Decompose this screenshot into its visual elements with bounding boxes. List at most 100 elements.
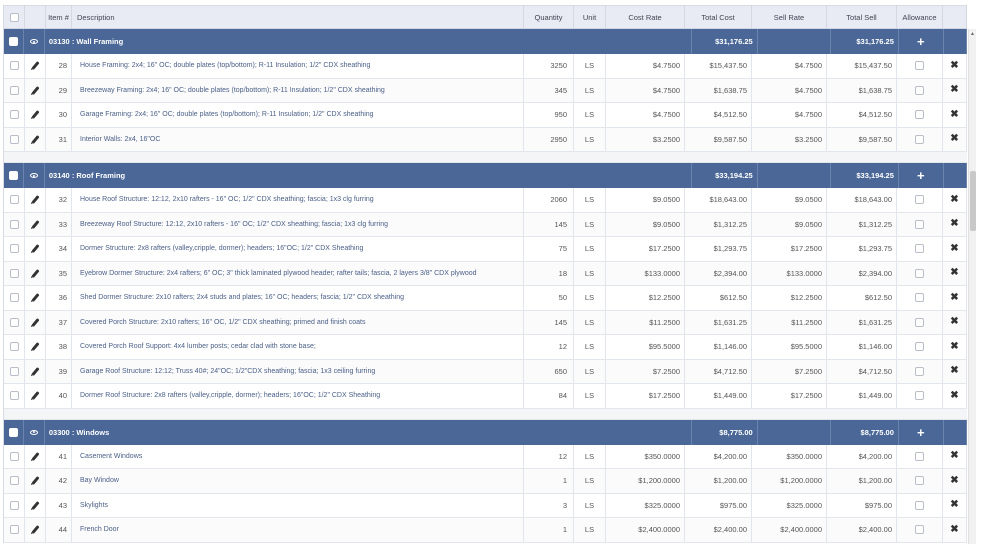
vertical-scrollbar[interactable]: ▲ <box>968 29 976 544</box>
column-header-quantity[interactable]: Quantity <box>524 6 574 28</box>
column-header-unit[interactable]: Unit <box>574 6 606 28</box>
pencil-icon[interactable] <box>30 134 40 144</box>
select-all-checkbox[interactable] <box>9 12 19 22</box>
column-header-description[interactable]: Description <box>72 6 524 28</box>
row-checkbox[interactable] <box>9 342 19 352</box>
item-description[interactable]: Covered Porch Roof Support: 4x4 lumber p… <box>80 343 316 350</box>
allowance-checkbox[interactable] <box>915 244 924 254</box>
column-header-total-sell[interactable]: Total Sell <box>827 6 897 28</box>
row-checkbox[interactable] <box>9 451 19 461</box>
row-checkbox[interactable] <box>9 317 19 327</box>
row-checkbox[interactable] <box>9 85 19 95</box>
plus-icon[interactable]: + <box>917 169 925 182</box>
allowance-checkbox[interactable] <box>915 268 924 278</box>
close-icon[interactable]: ✖ <box>950 85 958 95</box>
pencil-icon[interactable] <box>30 500 40 510</box>
table-row[interactable]: 42 Bay Window 1 LS $1,200.0000 $1,200.00 $1,20… <box>4 469 967 494</box>
table-row[interactable]: 33 Breezeway Roof Structure: 12:12, 2x10 … <box>4 212 967 237</box>
close-icon[interactable]: ✖ <box>950 243 958 254</box>
group-checkbox[interactable] <box>9 427 19 437</box>
pencil-icon[interactable] <box>30 293 40 303</box>
column-header-sell-rate[interactable]: Sell Rate <box>752 6 827 28</box>
item-description[interactable]: Bay Window <box>80 477 119 484</box>
allowance-checkbox[interactable] <box>915 391 924 401</box>
column-header-item[interactable]: Item # <box>46 6 72 28</box>
scroll-up-arrow-icon[interactable]: ▲ <box>970 31 975 37</box>
allowance-checkbox[interactable] <box>915 134 924 144</box>
table-row[interactable]: 28 House Framing: 2x4; 16" OC; double pla… <box>4 54 967 79</box>
close-icon[interactable]: ✖ <box>950 292 958 303</box>
item-description[interactable]: Garage Roof Structure: 12:12; Truss 40#;… <box>80 368 375 375</box>
table-row[interactable]: 39 Garage Roof Structure: 12:12; Truss 40… <box>4 359 967 384</box>
allowance-checkbox[interactable] <box>915 451 924 461</box>
item-description[interactable]: Dormer Structure: 2x8 rafters (valley,cr… <box>80 245 363 252</box>
close-icon[interactable]: ✖ <box>950 475 958 486</box>
allowance-checkbox[interactable] <box>915 110 924 120</box>
close-icon[interactable]: ✖ <box>950 60 958 71</box>
allowance-checkbox[interactable] <box>915 85 924 95</box>
pencil-icon[interactable] <box>30 451 40 461</box>
item-description[interactable]: Shed Dormer Structure: 2x10 rafters; 2x4… <box>80 294 404 301</box>
close-icon[interactable]: ✖ <box>950 341 958 352</box>
item-description[interactable]: Dormer Roof Structure: 2x8 rafters (vall… <box>80 392 380 399</box>
row-checkbox[interactable] <box>9 500 19 510</box>
row-checkbox[interactable] <box>9 195 19 205</box>
close-icon[interactable]: ✖ <box>950 451 958 461</box>
pencil-icon[interactable] <box>30 110 40 120</box>
allowance-checkbox[interactable] <box>915 366 924 376</box>
allowance-checkbox[interactable] <box>915 219 924 229</box>
row-checkbox[interactable] <box>9 268 19 278</box>
row-checkbox[interactable] <box>9 110 19 120</box>
pencil-icon[interactable] <box>30 525 40 535</box>
pencil-icon[interactable] <box>30 219 40 229</box>
group-checkbox[interactable] <box>9 171 19 180</box>
pencil-icon[interactable] <box>30 195 40 205</box>
pencil-icon[interactable] <box>30 61 40 71</box>
close-icon[interactable]: ✖ <box>950 317 958 327</box>
item-description[interactable]: Skylights <box>80 502 108 509</box>
item-description[interactable]: Interior Walls: 2x4, 16"OC <box>80 136 160 143</box>
row-checkbox[interactable] <box>9 219 19 229</box>
allowance-checkbox[interactable] <box>915 317 924 327</box>
allowance-checkbox[interactable] <box>915 195 924 205</box>
close-icon[interactable]: ✖ <box>950 134 958 144</box>
pencil-icon[interactable] <box>30 268 40 278</box>
allowance-checkbox[interactable] <box>915 525 924 535</box>
table-row[interactable]: 31 Interior Walls: 2x4, 16"OC 2950 LS $3.250… <box>4 127 967 152</box>
eye-icon[interactable] <box>30 173 39 178</box>
item-description[interactable]: Breezeway Roof Structure: 12:12, 2x10 ra… <box>80 221 388 228</box>
item-description[interactable]: Covered Porch Structure: 2x10 rafters; 1… <box>80 319 366 326</box>
table-row[interactable]: 37 Covered Porch Structure: 2x10 rafters;… <box>4 310 967 335</box>
table-row[interactable]: 35 Eyebrow Dormer Structure: 2x4 rafters;… <box>4 261 967 286</box>
close-icon[interactable]: ✖ <box>950 109 958 120</box>
pencil-icon[interactable] <box>30 342 40 352</box>
table-row[interactable]: 40 Dormer Roof Structure: 2x8 rafters (va… <box>4 384 967 409</box>
column-header-cost-rate[interactable]: Cost Rate <box>606 6 685 28</box>
allowance-checkbox[interactable] <box>915 293 924 303</box>
group-header-row[interactable]: 03300 : Windows $8,775.00 $8,775.00 + <box>4 419 968 445</box>
plus-icon[interactable]: + <box>917 426 925 439</box>
row-checkbox[interactable] <box>9 366 19 376</box>
group-checkbox[interactable] <box>9 37 19 46</box>
group-header-row[interactable]: 03130 : Wall Framing $31,176.25 $31,176.25… <box>4 29 968 54</box>
table-row[interactable]: 29 Breezeway Framing: 2x4; 16" OC; double… <box>4 78 967 103</box>
table-row[interactable]: 30 Garage Framing: 2x4; 16" OC; double pl… <box>4 103 967 128</box>
item-description[interactable]: French Door <box>80 526 119 533</box>
pencil-icon[interactable] <box>30 366 40 376</box>
allowance-checkbox[interactable] <box>915 342 924 352</box>
item-description[interactable]: House Framing: 2x4; 16" OC; double plate… <box>80 62 370 69</box>
plus-icon[interactable]: + <box>917 35 925 48</box>
table-row[interactable]: 38 Covered Porch Roof Support: 4x4 lumber… <box>4 335 967 360</box>
item-description[interactable]: Breezeway Framing: 2x4; 16" OC; double p… <box>80 87 385 94</box>
allowance-checkbox[interactable] <box>915 476 924 486</box>
pencil-icon[interactable] <box>30 244 40 254</box>
column-header-allowance[interactable]: Allowance <box>897 6 943 28</box>
scrollbar-thumb[interactable] <box>970 171 976 231</box>
pencil-icon[interactable] <box>30 391 40 401</box>
table-row[interactable]: 44 French Door 1 LS $2,400.0000 $2,400.00 $2,4… <box>4 518 967 543</box>
eye-icon[interactable] <box>30 39 39 44</box>
pencil-icon[interactable] <box>30 85 40 95</box>
table-row[interactable]: 32 House Roof Structure: 12:12, 2x10 raft… <box>4 188 967 213</box>
close-icon[interactable]: ✖ <box>950 268 958 278</box>
item-description[interactable]: Garage Framing: 2x4; 16" OC; double plat… <box>80 111 374 118</box>
